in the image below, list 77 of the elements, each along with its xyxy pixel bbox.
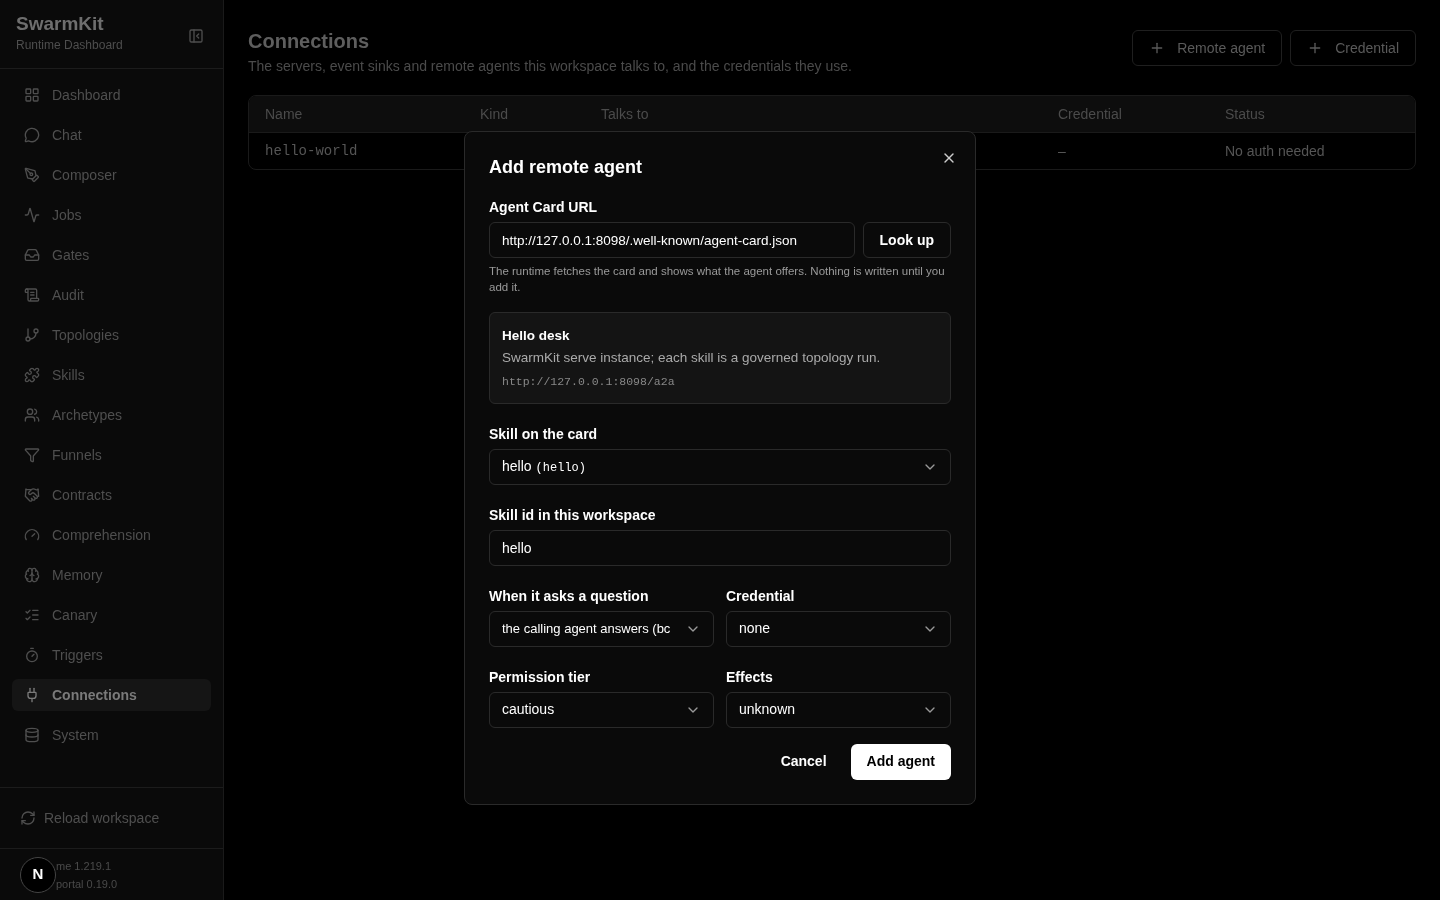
add-agent-button[interactable]: Add agent (850, 743, 951, 780)
sidebar-item[interactable]: System (12, 719, 211, 751)
handshake-icon (24, 487, 40, 503)
dropdown-select[interactable]: the calling agent answers (bc (489, 610, 714, 647)
sidebar-item[interactable]: Triggers (12, 639, 211, 671)
skill-select[interactable]: hello (hello) (489, 448, 951, 485)
column-header: Credential (1058, 104, 1123, 124)
branch-icon (24, 327, 40, 343)
timer-icon (24, 647, 40, 663)
table-cell-text: hello-world (265, 141, 359, 161)
skill-name: hello (502, 457, 532, 477)
chat-bubble-icon (24, 127, 40, 143)
sidebar-item[interactable]: Composer (12, 159, 211, 191)
field-label: Skill on the card (489, 424, 599, 444)
sidebar-item[interactable]: Canary (12, 599, 211, 631)
field-label: When it asks a question (489, 586, 650, 606)
sidebar-item[interactable]: Jobs (12, 199, 211, 231)
plug-icon (24, 687, 40, 703)
pen-icon (24, 167, 40, 183)
brand-title: SwarmKit (16, 12, 105, 36)
skill-id-input-field[interactable]: hello (489, 529, 951, 566)
column-header: Kind (480, 104, 510, 124)
field-label: Credential (726, 586, 796, 606)
gauge-icon (24, 527, 40, 543)
agent-endpoint: http://127.0.0.1:8098/a2a (502, 373, 676, 390)
agent-description: SwarmKit serve instance; each skill is a governed topology run. (502, 349, 882, 368)
checklist-icon (24, 607, 40, 623)
table-cell-text: No auth needed (1225, 141, 1326, 161)
scroll-icon (24, 287, 40, 303)
dropdown-select[interactable]: none (726, 610, 951, 647)
field-label: Permission tier (489, 667, 592, 687)
sidebar-item[interactable]: Topologies (12, 319, 211, 351)
brain-icon (24, 567, 40, 583)
field-label: Effects (726, 667, 774, 687)
field-label: Agent Card URL (489, 198, 599, 217)
runtime-version: me 1.219.1 (56, 858, 113, 874)
sidebar-item[interactable]: Funnels (12, 439, 211, 471)
field-label: Skill id in this workspace (489, 505, 657, 525)
add-credential-button[interactable]: Credential (1290, 30, 1416, 66)
page-title: Connections (248, 29, 371, 54)
column-header: Status (1225, 104, 1266, 124)
sidebar-item[interactable]: Audit (12, 279, 211, 311)
grid-icon (24, 87, 40, 103)
sidebar-item[interactable]: Skills (12, 359, 211, 391)
dropdown-select[interactable]: cautious (489, 691, 714, 728)
puzzle-icon (24, 367, 40, 383)
sidebar-item[interactable]: Contracts (12, 479, 211, 511)
sidebar-item[interactable]: Gates (12, 239, 211, 271)
sidebar-item[interactable]: Chat (12, 119, 211, 151)
portal-version: portal 0.19.0 (56, 876, 118, 892)
agent-name: Hello desk (502, 327, 571, 345)
dialog-title: Add remote agent (489, 156, 644, 179)
avatar-badge[interactable]: N (20, 856, 56, 893)
cancel-button[interactable]: Cancel (764, 743, 843, 780)
brand-subtitle: Runtime Dashboard (16, 37, 123, 54)
column-header: Name (265, 104, 304, 124)
sidebar-item[interactable]: Memory (12, 559, 211, 591)
funnel-icon (24, 447, 40, 463)
pulse-icon (24, 207, 40, 223)
add-remote-agent-button[interactable]: Remote agent (1132, 30, 1283, 66)
sidebar-item[interactable]: Dashboard (12, 79, 211, 111)
reload-workspace-button[interactable]: Reload workspace (20, 807, 160, 829)
table-cell-text: – (1058, 141, 1067, 161)
dropdown-select[interactable]: unknown (726, 691, 951, 728)
url-input-field[interactable]: http://127.0.0.1:8098/.well-known/agent-card.json (489, 222, 855, 258)
skill-code: (hello) (535, 460, 586, 478)
database-icon (24, 727, 40, 743)
inbox-icon (24, 247, 40, 263)
page-subtitle: The servers, event sinks and remote agents this workspace talks to, and the credentials they use. (248, 57, 852, 76)
sidebar-item[interactable]: Connections (12, 679, 211, 711)
look-up-button[interactable]: Look up (862, 222, 951, 258)
refresh-icon (20, 810, 36, 826)
sidebar-item[interactable]: Comprehension (12, 519, 211, 551)
sidebar-item[interactable]: Archetypes (12, 399, 211, 431)
users-icon (24, 407, 40, 423)
column-header: Talks to (601, 104, 650, 124)
help-text: The runtime fetches the card and shows what the agent offers. Nothing is written until you add it. (489, 264, 946, 295)
